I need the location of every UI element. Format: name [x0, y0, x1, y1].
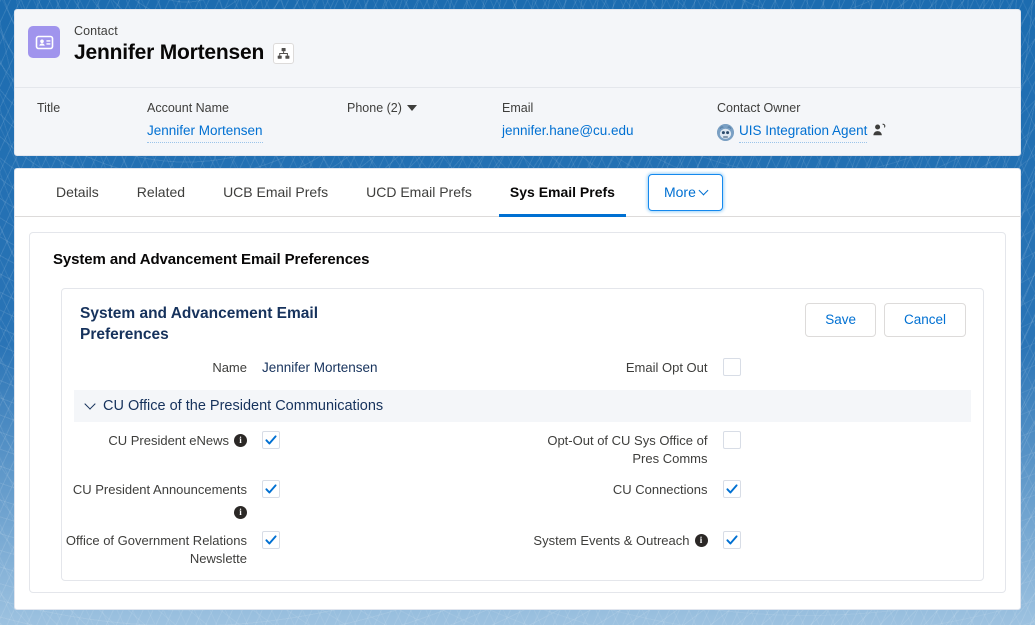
email-opt-out-checkbox[interactable]: [722, 358, 741, 376]
chevron-down-icon: [84, 398, 96, 410]
cu-connections-checkbox[interactable]: [722, 480, 741, 498]
chevron-down-icon[interactable]: [406, 105, 417, 111]
opt-out-sys-office-pres-comms-checkbox[interactable]: [722, 431, 741, 449]
cu-president-enews-checkbox[interactable]: [262, 431, 280, 449]
field-system-events-outreach: System Events & Outreach i: [523, 531, 984, 568]
field-cu-president-announcements: CU President Announcements i: [62, 480, 523, 519]
phone-label[interactable]: Phone (2): [347, 100, 488, 117]
card-title: System and Advancement Email Preferences: [53, 251, 370, 268]
form-title: System and Advancement Email Preferences: [80, 305, 319, 343]
field-office-government-relations-newsletter: Office of Government Relations Newslette: [62, 531, 523, 568]
highlight-field-account-name: Account Name Jennifer Mortensen: [147, 100, 347, 143]
highlight-field-title: Title: [37, 101, 61, 115]
field-email-opt-out: Email Opt Out: [523, 358, 984, 377]
table-row: CU President eNews i Opt-Out of CU Sys O…: [62, 431, 983, 468]
system-events-outreach-checkbox[interactable]: [722, 531, 741, 549]
tab-details[interactable]: Details: [37, 169, 118, 216]
highlight-field-contact-owner: Contact Owner UIS Integration Agent: [717, 100, 900, 143]
contact-card-icon: [28, 26, 60, 58]
page-title: Jennifer Mortensen: [74, 41, 265, 64]
field-cu-connections: CU Connections: [523, 480, 984, 519]
highlights-fields: Title Account Name Jennifer Mortensen Ph…: [15, 88, 1020, 143]
info-icon[interactable]: i: [234, 434, 247, 447]
org-hierarchy-icon[interactable]: [273, 42, 295, 64]
field-name: Name Jennifer Mortensen: [62, 358, 523, 377]
field-cu-president-enews: CU President eNews i: [62, 431, 523, 468]
record-type-label: Contact: [74, 24, 118, 38]
email-preferences-form: System and Advancement Email Preferences…: [61, 288, 984, 581]
email-preferences-card: System and Advancement Email Preferences…: [29, 232, 1006, 593]
section-header-president-communications[interactable]: CU Office of the President Communication…: [74, 390, 971, 422]
contact-owner-link[interactable]: UIS Integration Agent: [739, 122, 868, 143]
tab-related[interactable]: Related: [118, 169, 204, 216]
highlight-field-phone: Phone (2): [347, 100, 502, 143]
email-link[interactable]: jennifer.hane@cu.edu: [502, 122, 634, 140]
email-opt-out-label: Email Opt Out: [625, 360, 708, 375]
follow-user-icon[interactable]: [872, 123, 886, 142]
cu-president-announcements-checkbox[interactable]: [262, 480, 280, 498]
record-highlights-panel: Contact Jennifer Mortensen Title Account…: [14, 9, 1021, 156]
table-row: CU President Announcements i CU Connecti…: [62, 480, 983, 519]
office-government-relations-newsletter-checkbox[interactable]: [262, 531, 280, 549]
tab-more-button[interactable]: More: [647, 174, 723, 211]
save-button[interactable]: Save: [805, 303, 876, 337]
record-body-panel: Details Related UCB Email Prefs UCD Emai…: [14, 168, 1021, 610]
record-header: Contact Jennifer Mortensen: [15, 10, 1020, 83]
highlight-field-email: Email jennifer.hane@cu.edu: [502, 101, 634, 140]
tab-bar: Details Related UCB Email Prefs UCD Emai…: [15, 169, 1020, 217]
account-name-link[interactable]: Jennifer Mortensen: [147, 122, 263, 143]
avatar: [717, 124, 734, 141]
section-title: CU Office of the President Communication…: [103, 397, 384, 414]
cancel-button[interactable]: Cancel: [883, 303, 966, 337]
preference-checkbox-rows: CU President eNews i Opt-Out of CU Sys O…: [62, 422, 983, 568]
form-row-name: Name Jennifer Mortensen Email Opt Out: [62, 358, 983, 377]
info-icon[interactable]: i: [234, 506, 247, 519]
tab-sys-email-prefs[interactable]: Sys Email Prefs: [491, 169, 634, 217]
chevron-down-icon: [698, 185, 709, 196]
tab-ucd-email-prefs[interactable]: UCD Email Prefs: [347, 169, 491, 216]
table-row: Office of Government Relations Newslette…: [62, 531, 983, 568]
name-value: Jennifer Mortensen: [262, 360, 378, 375]
info-icon[interactable]: i: [694, 534, 708, 547]
field-opt-out-sys-office-pres-comms: Opt-Out of CU Sys Office of Pres Comms: [523, 431, 984, 468]
name-label: Name: [212, 360, 247, 375]
tab-ucb-email-prefs[interactable]: UCB Email Prefs: [204, 169, 347, 216]
